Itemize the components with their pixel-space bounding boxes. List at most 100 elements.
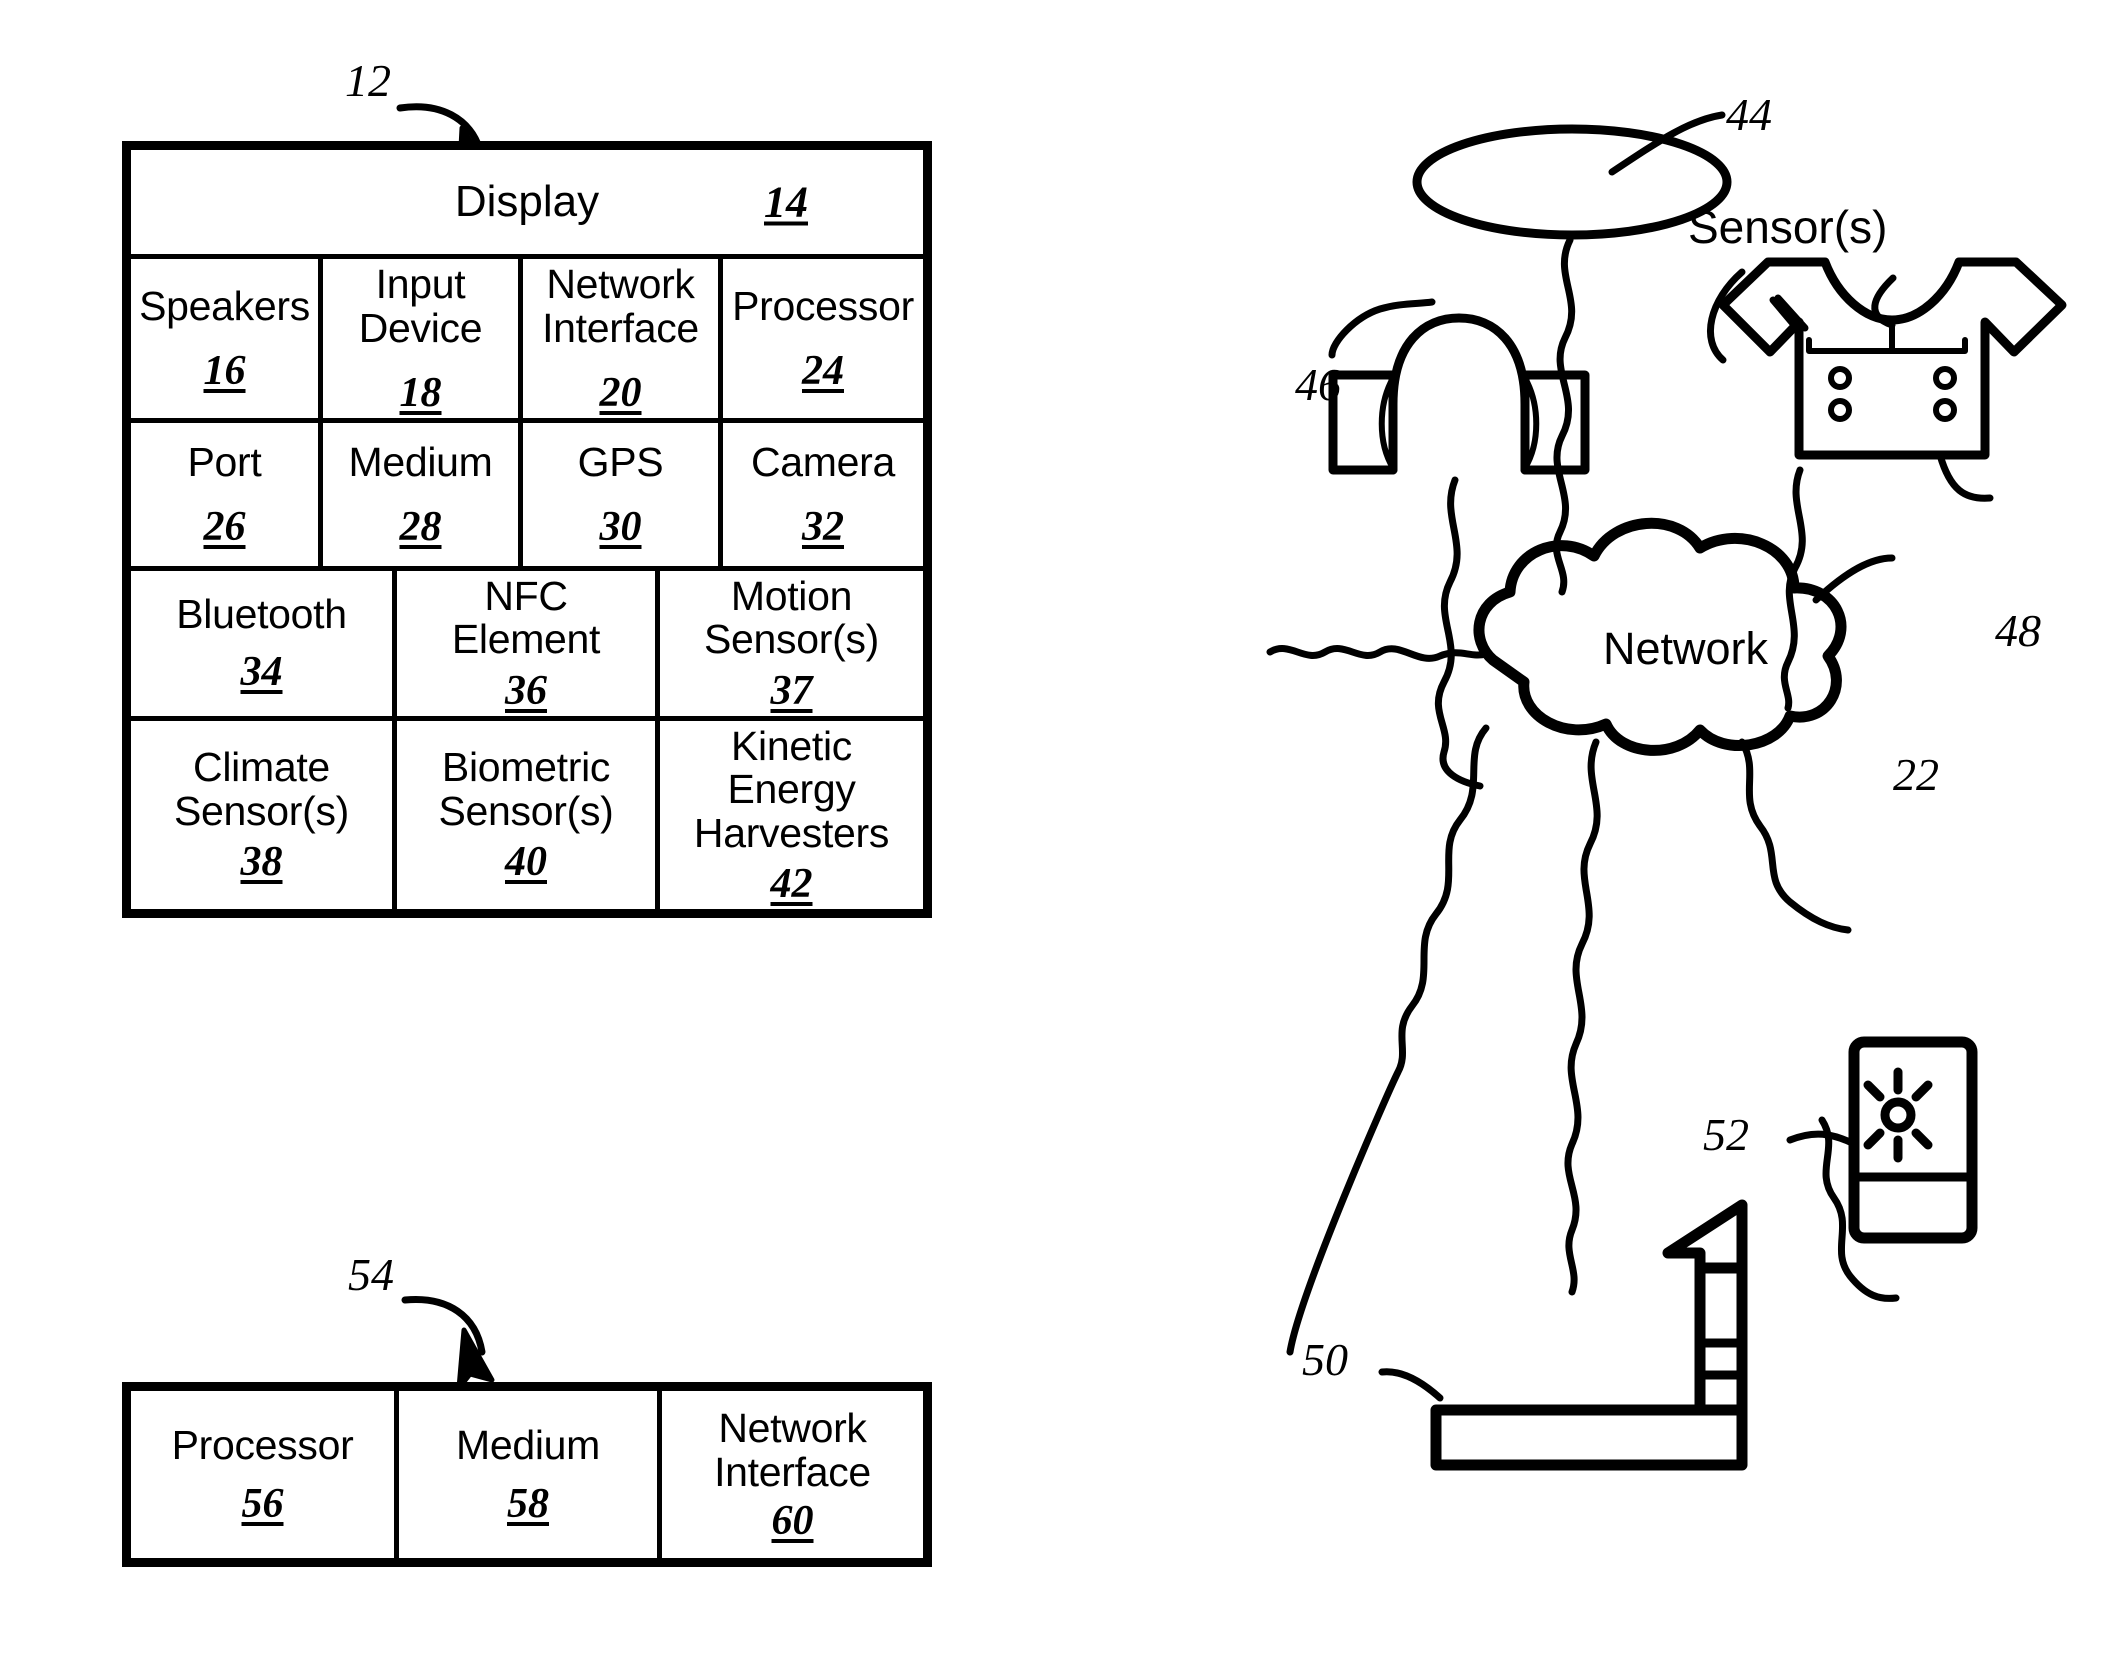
- ref-48: 48: [1995, 605, 2041, 656]
- shirt-outline: [1718, 257, 2067, 460]
- cell-ref-num: 42: [770, 861, 813, 907]
- cell-medium: Medium 28: [323, 423, 523, 566]
- cell-ref-num: 30: [599, 504, 642, 551]
- ref-22: 22: [1893, 749, 1939, 800]
- cell-label: Port: [187, 438, 262, 485]
- cell-ref-num: 60: [771, 1497, 814, 1544]
- cell-motion-sensors: Motion Sensor(s) 37: [660, 571, 923, 716]
- ref-44: 44: [1726, 89, 1772, 140]
- cell-label: Input Device: [358, 261, 483, 351]
- ref-52: 52: [1703, 1109, 1749, 1160]
- cell-ref-num: 56: [241, 1481, 284, 1528]
- cell-camera: Camera 32: [723, 423, 923, 566]
- cell-ref-num: 38: [240, 839, 283, 886]
- cell-label: Processor: [732, 282, 914, 329]
- headphone-sides: [1388, 399, 1530, 475]
- cell-kinetic-energy-harvesters: Kinetic Energy Harvesters 42: [660, 721, 923, 909]
- cell-label: GPS: [577, 438, 664, 485]
- cell-ref-num: 32: [802, 504, 844, 551]
- cell-ref-num: 58: [507, 1481, 549, 1528]
- cell-label: Speakers: [139, 282, 310, 329]
- cell-label: Motion Sensor(s): [703, 572, 879, 663]
- cell-biometric-sensors: Biometric Sensor(s) 40: [397, 720, 660, 909]
- ref-46: 46: [1295, 359, 1341, 410]
- leader-22: [1812, 554, 1896, 604]
- component-row-1: Speakers 16 Input Device 18 Network Inte…: [131, 259, 923, 424]
- leader-sensors-center: [1871, 274, 1897, 329]
- cell-ref-num: 24: [802, 348, 844, 395]
- link-device-to-network: [1266, 645, 1490, 662]
- cell-bluetooth: Bluetooth 34: [131, 570, 397, 716]
- network-cloud-label: Network: [1603, 623, 1769, 674]
- leader-46: [1328, 298, 1436, 359]
- cell-label: Bluetooth: [176, 591, 347, 638]
- cell-climate-sensors: Climate Sensor(s) 38: [131, 720, 397, 909]
- link-network-to-mobile: [1738, 738, 1852, 934]
- cell-ref-num: 36: [505, 667, 547, 714]
- cell-port: Port 26: [131, 423, 323, 566]
- shirt-pocket-line: [1806, 337, 1968, 354]
- cell-ref-num: 40: [505, 839, 547, 886]
- brightness-icon-core: [1880, 1097, 1916, 1133]
- leader-52: [1786, 1130, 1854, 1146]
- headphone-pad-left: [1378, 375, 1396, 471]
- cell-ref-num: 37: [770, 667, 813, 714]
- cell-server-processor: Processor 56: [131, 1391, 399, 1558]
- cell-label: Network Interface: [714, 1405, 871, 1495]
- shirt-sensor-dot-3: [1828, 398, 1852, 422]
- leader-54: [401, 1296, 486, 1356]
- leader-48: [1936, 451, 1994, 502]
- shirt-sensor-dot-4: [1933, 398, 1957, 422]
- component-row-4: Climate Sensor(s) 38 Biometric Sensor(s)…: [131, 720, 923, 909]
- link-ring-to-network: [1552, 236, 1576, 596]
- cell-label: Climate Sensor(s): [173, 744, 349, 834]
- mobile-device-body: [1848, 1036, 1978, 1244]
- link-headphone-to-network: [1434, 476, 1484, 790]
- headphone-band: [1388, 313, 1530, 409]
- cell-gps: GPS 30: [523, 423, 723, 566]
- cell-input-device: Input Device 18: [323, 259, 523, 419]
- leader-sensors-left: [1706, 268, 1746, 364]
- shirt-sensor-dot-2: [1933, 366, 1957, 390]
- leader-44: [1608, 111, 1726, 176]
- cell-nfc-element: NFC Element 36: [397, 570, 660, 716]
- headphone-earcup-right: [1520, 370, 1590, 475]
- cell-ref-num: 20: [599, 370, 642, 417]
- equipment-flag: [1662, 1199, 1748, 1274]
- cell-ref-num: 18: [399, 370, 442, 417]
- ref-50: 50: [1302, 1334, 1348, 1385]
- headphone-earcup-left: [1328, 370, 1398, 475]
- shirt-sensor-dot-1: [1828, 366, 1852, 390]
- display-ref-num: 14: [764, 177, 808, 227]
- cell-processor: Processor 24: [723, 259, 923, 418]
- link-network-to-equipment-center: [1564, 738, 1601, 1296]
- ring-device-icon: [1412, 124, 1732, 240]
- display-row: Display 14: [131, 150, 923, 260]
- cell-network-interface: Network Interface 20: [523, 259, 723, 419]
- link-mobile-to-equipment: [1818, 1116, 1900, 1302]
- cell-label: Camera: [750, 438, 896, 485]
- cell-ref-num: 26: [203, 504, 246, 551]
- cell-ref-num: 34: [240, 648, 283, 695]
- cell-server-medium: Medium 58: [399, 1391, 662, 1558]
- cell-speakers: Speakers 16: [131, 259, 323, 419]
- patent-figure: 12 54 44 46 48 50 52 22 Sensor(s) Networ…: [0, 0, 2110, 1676]
- link-network-to-equipment-left: [1286, 724, 1490, 1356]
- cell-label: Processor: [171, 1421, 354, 1468]
- equipment-base: [1430, 1404, 1748, 1471]
- device-block-table: Display 14 Speakers 16 Input Device 18 N…: [122, 141, 932, 918]
- cell-ref-num: 16: [203, 348, 246, 395]
- equipment-post: [1694, 1262, 1748, 1416]
- headphone-pad-right: [1522, 375, 1540, 471]
- cell-label: Kinetic Energy Harvesters: [693, 722, 890, 856]
- cell-ref-num: 28: [399, 504, 442, 551]
- sensors-annotation: Sensor(s): [1688, 201, 1888, 253]
- arrowhead-54: [456, 1327, 495, 1391]
- cell-label: Medium: [348, 438, 493, 485]
- cell-label: NFC Element: [451, 572, 601, 663]
- ref-54: 54: [348, 1249, 394, 1300]
- cell-label: Medium: [455, 1421, 601, 1468]
- cell-label: Biometric Sensor(s): [438, 744, 614, 834]
- cell-server-network-interface: Network Interface 60: [662, 1391, 923, 1558]
- ref-12: 12: [345, 55, 391, 106]
